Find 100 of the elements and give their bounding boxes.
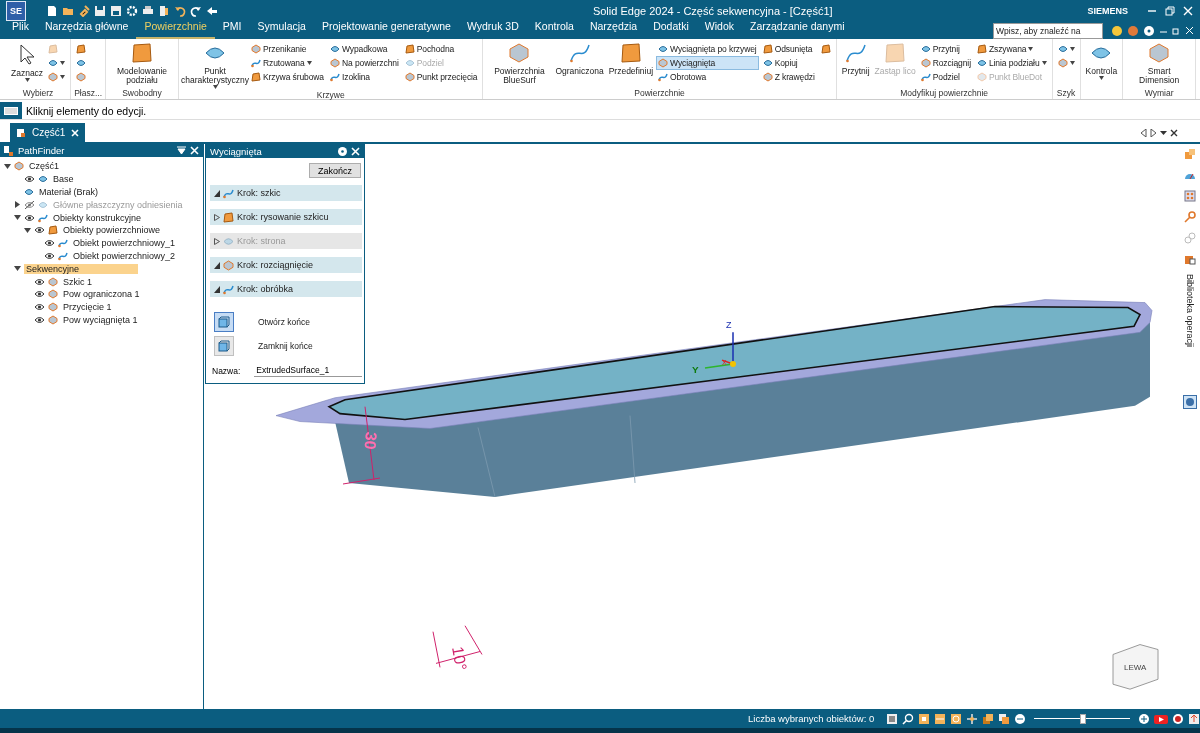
help-icon[interactable] bbox=[1143, 24, 1155, 37]
menu-tab[interactable]: Widok bbox=[696, 20, 742, 39]
ribbon-button[interactable]: Kopiuj bbox=[760, 56, 817, 70]
ribbon-button[interactable]: Obrotowa bbox=[656, 70, 759, 84]
step-header[interactable]: Krok: rysowanie szkicu bbox=[210, 209, 362, 225]
zoom-out-icon[interactable] bbox=[1014, 712, 1026, 725]
gear-icon[interactable] bbox=[126, 5, 138, 17]
ribbon-button[interactable]: Przytnij bbox=[918, 42, 973, 56]
eye-icon[interactable] bbox=[24, 213, 35, 222]
pin-icon[interactable] bbox=[78, 5, 90, 17]
ribbon-button[interactable]: Izoklina bbox=[327, 70, 401, 84]
expander-icon[interactable] bbox=[214, 189, 220, 197]
expander-icon[interactable] bbox=[24, 226, 31, 234]
spin-icon[interactable] bbox=[966, 712, 978, 725]
printer-icon[interactable] bbox=[142, 5, 154, 17]
ribbon-button[interactable]: Przytnij bbox=[839, 42, 872, 77]
expander-icon[interactable] bbox=[4, 162, 11, 170]
tree-item[interactable]: Szkic 1 bbox=[61, 276, 94, 287]
view-cube[interactable] bbox=[1112, 644, 1159, 690]
menu-tab[interactable]: Plik bbox=[4, 20, 37, 39]
option-button[interactable] bbox=[214, 336, 234, 356]
fit-view-icon[interactable] bbox=[886, 712, 898, 725]
ribbon-button[interactable]: Powierzchnia BlueSurf bbox=[486, 42, 553, 86]
tree-item[interactable]: Obiekty powierzchniowe bbox=[61, 225, 163, 236]
ribbon-button[interactable]: Wyciągnięta bbox=[656, 56, 759, 70]
save-icon[interactable] bbox=[94, 5, 106, 17]
video-icon[interactable] bbox=[1154, 712, 1168, 725]
door-icon[interactable] bbox=[158, 5, 170, 17]
ribbon-button[interactable]: Odsunięta bbox=[760, 42, 817, 56]
expander-icon[interactable] bbox=[14, 265, 21, 273]
ribbon-button[interactable]: Kontrola bbox=[1083, 42, 1120, 81]
tree-item[interactable]: Obiekt powierzchniowy_2 bbox=[71, 250, 178, 261]
ribbon-button[interactable]: Punkt charakterystyczny bbox=[182, 42, 248, 90]
ribbon-button[interactable]: Na powierzchni bbox=[327, 56, 401, 70]
zoom-icon[interactable] bbox=[902, 712, 914, 725]
copy-icon[interactable] bbox=[998, 712, 1010, 725]
tree-item[interactable]: Materiał (Brak) bbox=[37, 187, 100, 197]
option-button[interactable] bbox=[214, 312, 234, 332]
menu-tab[interactable]: Narzędzia bbox=[581, 20, 646, 39]
left-arrow-icon[interactable] bbox=[1140, 128, 1147, 137]
help-icon[interactable] bbox=[338, 147, 347, 156]
document-tab[interactable]: Część1 bbox=[10, 123, 86, 142]
ribbon-button[interactable]: Rozciągnij bbox=[918, 56, 973, 70]
tree-item[interactable]: Obiekt powierzchniowy_1 bbox=[71, 238, 178, 249]
eye-icon[interactable] bbox=[34, 315, 45, 324]
menu-tab[interactable]: Narzędzia główne bbox=[36, 20, 137, 39]
menu-tab[interactable]: Symulacja bbox=[249, 20, 314, 39]
ribbon-button[interactable]: Przenikanie bbox=[249, 42, 326, 56]
app-logo[interactable]: SE bbox=[6, 1, 26, 21]
tree-item[interactable]: Obiekty konstrukcyjne bbox=[51, 212, 144, 223]
new-file-icon[interactable] bbox=[46, 5, 58, 17]
eye-icon[interactable] bbox=[44, 251, 55, 260]
zoom-in-icon[interactable] bbox=[1138, 712, 1150, 725]
ribbon-button[interactable]: Modelowanie podziału bbox=[109, 42, 175, 86]
slider-thumb[interactable] bbox=[1080, 713, 1086, 724]
tree-item[interactable]: Pow ograniczona 1 bbox=[61, 289, 142, 300]
folder-icon[interactable] bbox=[62, 5, 74, 17]
step-header[interactable]: Krok: szkic bbox=[210, 185, 362, 201]
pin-down-icon[interactable] bbox=[177, 146, 186, 155]
ribbon-button[interactable]: Punkt przecięcia bbox=[402, 70, 480, 84]
rotate-icon[interactable] bbox=[950, 712, 962, 725]
expander-icon[interactable] bbox=[214, 261, 220, 269]
ribbon-button[interactable]: Z krawędzi bbox=[760, 70, 817, 84]
ribbon-button[interactable]: Przedefiniuj bbox=[606, 42, 656, 77]
record-icon[interactable] bbox=[1172, 712, 1184, 725]
save-as-icon[interactable] bbox=[110, 5, 122, 17]
expander-icon[interactable] bbox=[214, 213, 220, 221]
dropdown-icon[interactable] bbox=[1160, 128, 1167, 137]
back-icon[interactable] bbox=[206, 5, 218, 17]
close-icon[interactable] bbox=[1170, 128, 1178, 137]
tree-item[interactable]: Sekwencyjne bbox=[24, 263, 138, 274]
ribbon-button[interactable]: Wypadkowa bbox=[327, 42, 401, 56]
tree-item[interactable]: Pow wyciągnięta 1 bbox=[61, 314, 140, 325]
expander-icon[interactable] bbox=[14, 214, 21, 222]
menu-tab[interactable]: PMI bbox=[214, 20, 250, 39]
search-field[interactable]: Wpisz, aby znaleźć na bbox=[993, 22, 1103, 39]
expander-icon[interactable] bbox=[214, 285, 220, 293]
ribbon-button[interactable]: Ograniczona bbox=[553, 42, 606, 77]
ribbon-button[interactable]: Linia podziału bbox=[974, 56, 1049, 70]
side-panel-tab[interactable]: Biblioteka operacji bbox=[1185, 274, 1195, 348]
eye-icon[interactable] bbox=[34, 303, 45, 312]
key-icon[interactable] bbox=[1184, 211, 1196, 223]
ribbon-button[interactable]: Podziel bbox=[918, 70, 973, 84]
ribbon-button[interactable]: Smart Dimension bbox=[1126, 42, 1193, 86]
eye-icon[interactable] bbox=[34, 290, 45, 299]
step-header[interactable]: Krok: obróbka bbox=[210, 281, 362, 297]
tree-item[interactable]: Base bbox=[51, 174, 76, 185]
upload-icon[interactable] bbox=[1188, 712, 1200, 725]
zoom-area-icon[interactable] bbox=[918, 712, 930, 725]
library-icon[interactable] bbox=[1184, 253, 1196, 265]
tree-item[interactable]: Przycięcie 1 bbox=[61, 302, 114, 313]
eye-icon[interactable] bbox=[34, 277, 45, 286]
globe-icon[interactable] bbox=[1183, 395, 1197, 410]
ribbon-icon-button[interactable] bbox=[74, 42, 89, 56]
finish-button[interactable]: Zakończ bbox=[309, 163, 361, 178]
menu-tab[interactable]: Projektowanie generatywne bbox=[313, 20, 459, 39]
menu-tab[interactable]: Kontrola bbox=[526, 20, 582, 39]
menu-tab[interactable]: Zarządzanie danymi bbox=[742, 20, 853, 39]
step-header[interactable]: Krok: rozciągnięcie bbox=[210, 257, 362, 273]
ribbon-button[interactable]: Zaznacz bbox=[9, 42, 46, 83]
